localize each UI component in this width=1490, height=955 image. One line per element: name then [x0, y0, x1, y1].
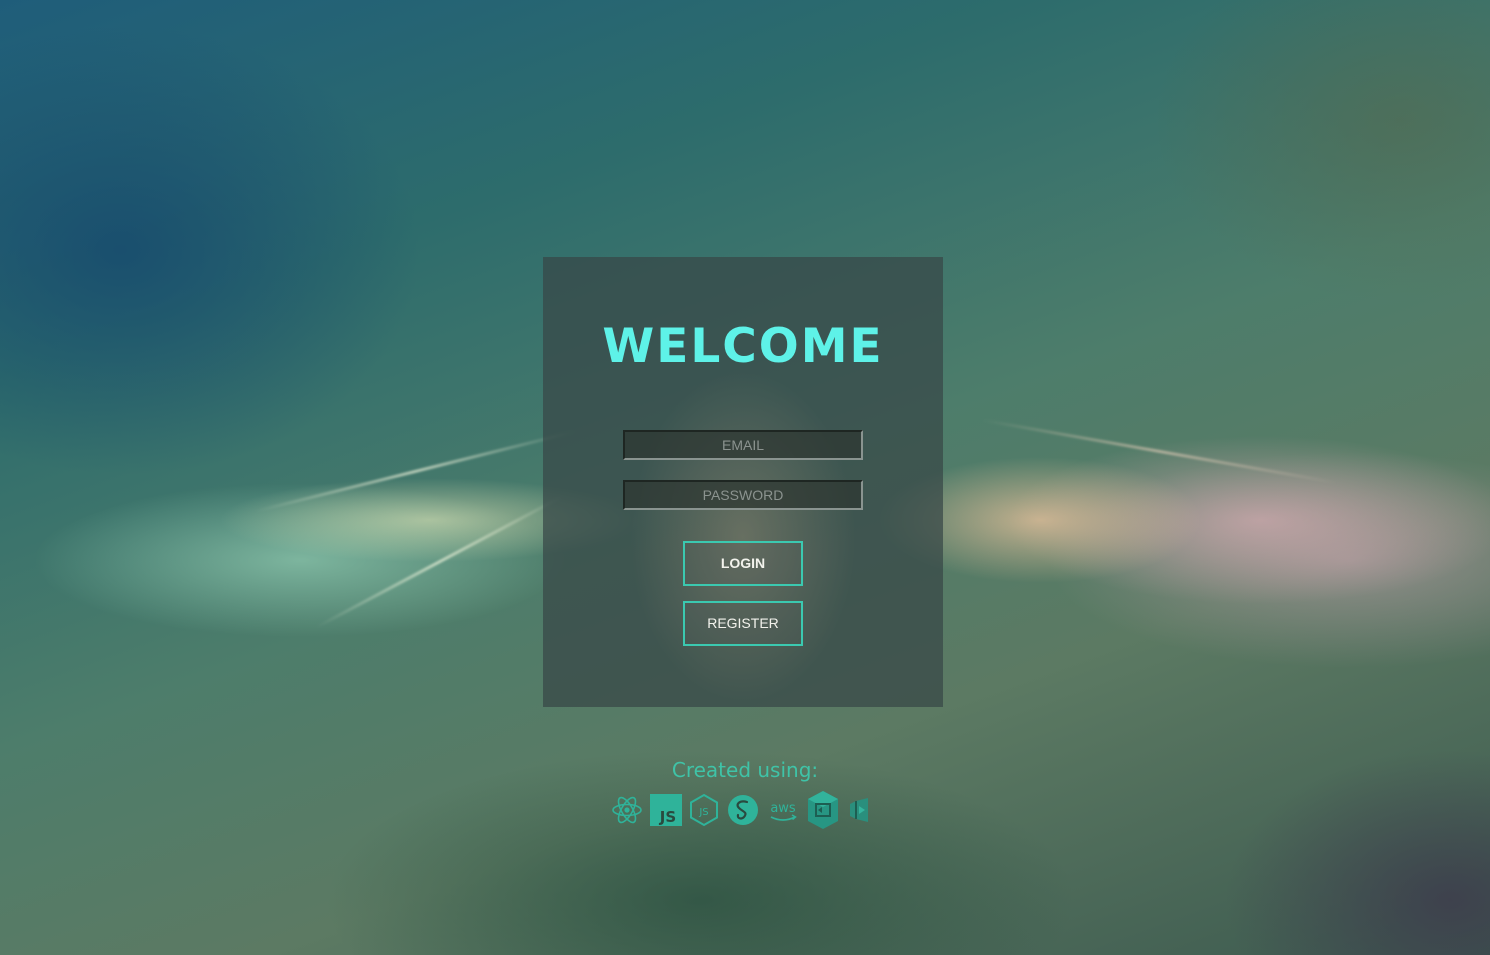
svg-text:JS: JS [659, 808, 676, 826]
login-button[interactable]: LOGIN [683, 541, 803, 586]
sass-icon [726, 793, 760, 827]
svg-text:aws: aws [770, 801, 796, 816]
welcome-title: WELCOME [602, 319, 884, 374]
svg-text:JS: JS [698, 807, 708, 818]
dynamodb-icon [806, 790, 840, 830]
nodejs-icon: JS [688, 793, 720, 827]
aws-icon: aws [766, 793, 800, 827]
register-button[interactable]: REGISTER [683, 601, 803, 646]
email-field[interactable] [623, 430, 863, 460]
javascript-icon: JS [650, 794, 682, 826]
tech-icons: JS JS aws [610, 788, 875, 832]
visual-studio-icon [846, 795, 872, 825]
login-card: WELCOME LOGIN REGISTER [543, 257, 943, 707]
password-field[interactable] [623, 480, 863, 510]
react-icon [610, 793, 644, 827]
created-using-label: Created using: [671, 758, 819, 782]
